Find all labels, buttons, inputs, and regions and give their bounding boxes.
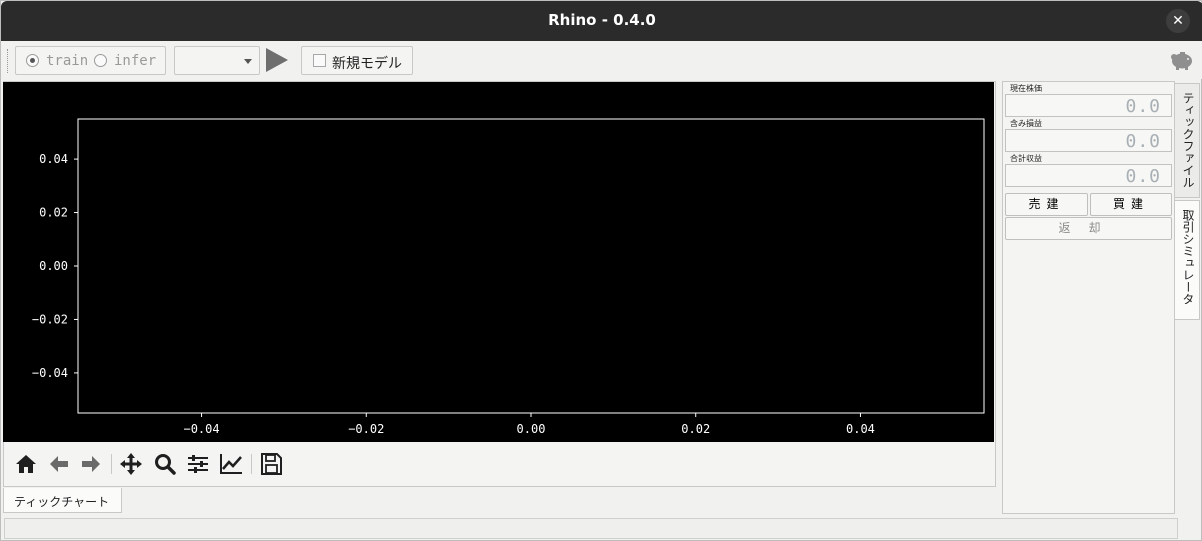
train-radio[interactable] [26, 54, 39, 67]
plot-axes-frame [77, 118, 985, 414]
y-tick-label: 0.04 [39, 152, 68, 166]
unrealized-pl-value: 0.0 [1125, 131, 1161, 152]
title-bar: Rhino - 0.4.0 ✕ [1, 1, 1202, 41]
current-price-display: 0.0 [1005, 94, 1172, 117]
tab-tick-chart[interactable]: ティックチャート [3, 488, 122, 513]
toolbar-grip[interactable] [7, 49, 10, 73]
zoom-icon[interactable] [152, 450, 178, 478]
y-tick-label: 0.02 [39, 206, 68, 220]
infer-radio[interactable] [94, 54, 107, 67]
sell-button[interactable]: 売建 [1005, 193, 1088, 216]
nav-separator [251, 454, 252, 474]
edit-axis-icon[interactable] [218, 450, 244, 478]
mode-radio-group: train infer [15, 46, 166, 75]
unrealized-pl-label: 含み損益 [1010, 119, 1042, 128]
pan-icon[interactable] [118, 450, 144, 478]
close-icon[interactable]: ✕ [1166, 9, 1190, 33]
tab-tick-file[interactable]: ティックファイル [1174, 83, 1200, 198]
home-icon[interactable] [13, 450, 39, 478]
buy-button[interactable]: 買建 [1090, 193, 1172, 216]
current-price-value: 0.0 [1125, 96, 1161, 117]
x-tick-label: 0.02 [681, 422, 710, 436]
app-window: Rhino - 0.4.0 ✕ train infer 新規モデル −0.04 … [0, 0, 1202, 541]
forward-icon[interactable] [78, 450, 104, 478]
new-model-toggle[interactable]: 新規モデル [301, 46, 413, 75]
play-icon[interactable] [266, 48, 288, 72]
nav-separator [111, 454, 112, 474]
repay-button[interactable]: 返却 [1005, 217, 1172, 240]
y-tick-label: −0.04 [32, 366, 68, 380]
new-model-label: 新規モデル [332, 56, 402, 72]
x-tick-label: 0.00 [517, 422, 546, 436]
total-profit-label: 合計収益 [1010, 154, 1042, 163]
new-model-checkbox[interactable] [313, 54, 326, 67]
x-tick-label: −0.04 [183, 422, 219, 436]
save-icon[interactable] [258, 450, 284, 478]
tab-tick-file-label: ティックファイル [1181, 92, 1195, 188]
configure-subplots-icon[interactable] [185, 450, 211, 478]
tab-trade-simulator[interactable]: 取引シミュレータ [1174, 200, 1200, 320]
y-tick-label: −0.02 [32, 312, 68, 326]
y-tick-label: 0.00 [39, 259, 68, 273]
main-toolbar: train infer 新規モデル [1, 41, 1202, 79]
infer-radio-label[interactable]: infer [114, 53, 156, 69]
tab-trade-simulator-label: 取引シミュレータ [1181, 209, 1195, 305]
window-title: Rhino - 0.4.0 [548, 11, 656, 29]
back-icon[interactable] [46, 450, 72, 478]
x-tick-label: −0.02 [348, 422, 384, 436]
train-radio-label[interactable]: train [46, 53, 88, 69]
plot-canvas[interactable]: −0.04 −0.02 0.00 0.02 0.04 0.04 0.02 0.00 −0.02 −… [3, 82, 994, 442]
chevron-down-icon [244, 59, 252, 64]
total-profit-display: 0.0 [1005, 164, 1172, 187]
tab-tick-chart-label: ティックチャート [14, 495, 110, 509]
status-bar [4, 518, 1178, 539]
model-select[interactable] [174, 46, 260, 75]
piggy-bank-icon [1171, 52, 1192, 70]
x-tick-label: 0.04 [846, 422, 875, 436]
unrealized-pl-display: 0.0 [1005, 129, 1172, 152]
total-profit-value: 0.0 [1125, 166, 1161, 187]
tick-chart-plot[interactable]: −0.04 −0.02 0.00 0.02 0.04 0.04 0.02 0.00 −0.02 −… [3, 82, 994, 442]
current-price-label: 現在株価 [1010, 84, 1042, 93]
